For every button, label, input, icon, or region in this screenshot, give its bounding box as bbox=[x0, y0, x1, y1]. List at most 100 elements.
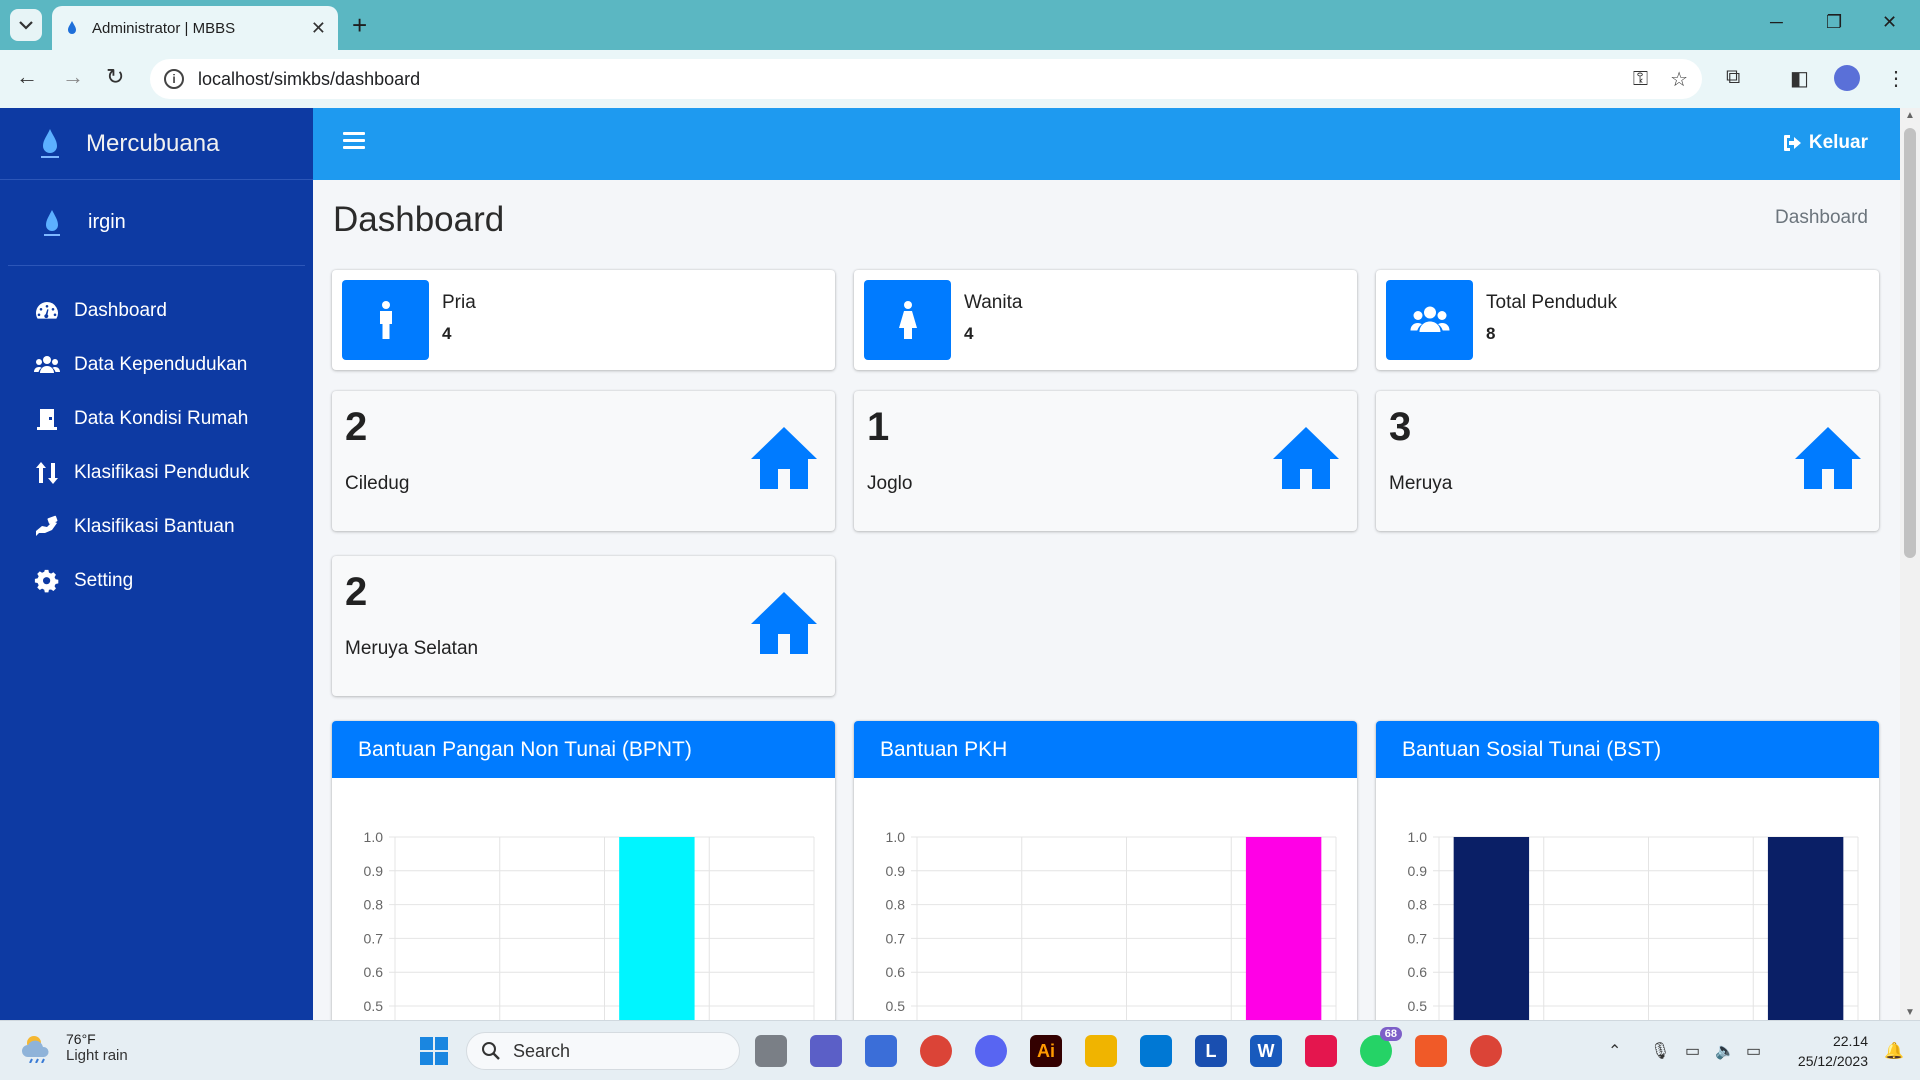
brand-link[interactable]: Mercubuana bbox=[0, 108, 313, 180]
profile-avatar[interactable] bbox=[1834, 65, 1860, 91]
sidebar-item-label: Data Kondisi Rumah bbox=[74, 408, 249, 429]
xampp-icon[interactable] bbox=[1415, 1035, 1447, 1067]
info-box-total-penduduk: Total Penduduk 8 bbox=[1376, 270, 1879, 370]
pocket-icon[interactable] bbox=[1305, 1035, 1337, 1067]
chrome-active-icon[interactable] bbox=[1470, 1035, 1502, 1067]
sidebar-item-klasifikasi-penduduk[interactable]: Klasifikasi Penduduk bbox=[0, 446, 313, 500]
microphone-icon[interactable]: 🎙 bbox=[1650, 1041, 1670, 1061]
new-tab-button[interactable]: + bbox=[352, 10, 367, 41]
users-icon bbox=[34, 356, 60, 373]
weather-widget[interactable]: 76°F Light rain bbox=[20, 1031, 128, 1064]
info-box-icon bbox=[342, 280, 429, 360]
taskbar-search[interactable]: Search bbox=[466, 1032, 740, 1070]
key-icon[interactable]: ⚿ bbox=[1633, 68, 1648, 91]
scroll-up-icon[interactable]: ▲ bbox=[1905, 110, 1915, 121]
scrollbar-thumb[interactable] bbox=[1904, 128, 1916, 558]
teams-icon[interactable] bbox=[810, 1035, 842, 1067]
vscode-icon[interactable] bbox=[1140, 1035, 1172, 1067]
rain-cloud-icon bbox=[22, 1035, 49, 1063]
sidebar-item-label: Klasifikasi Bantuan bbox=[74, 516, 235, 537]
y-tick-label: 0.8 bbox=[1408, 897, 1428, 913]
y-tick-label: 0.5 bbox=[886, 998, 906, 1014]
tab-search-button[interactable] bbox=[10, 9, 42, 41]
y-tick-label: 1.0 bbox=[886, 829, 906, 845]
task-view-icon[interactable] bbox=[755, 1035, 787, 1067]
illustrator-icon[interactable]: Ai bbox=[1030, 1035, 1062, 1067]
more-menu-icon[interactable]: ⋮ bbox=[1886, 66, 1906, 91]
chrome-icon[interactable] bbox=[920, 1035, 952, 1067]
windows-start-icon[interactable] bbox=[420, 1037, 448, 1065]
page-title: Dashboard bbox=[333, 200, 505, 239]
bar-chart-pkh: 1.00.90.80.70.60.50.4 bbox=[886, 829, 1337, 1020]
clock-time: 22.14 bbox=[1832, 1033, 1868, 1049]
discord-icon[interactable] bbox=[975, 1035, 1007, 1067]
home-icon bbox=[1273, 427, 1339, 489]
y-tick-label: 0.8 bbox=[364, 897, 384, 913]
side-panel-icon[interactable]: ◧ bbox=[1790, 66, 1809, 91]
info-box-value: 8 bbox=[1486, 324, 1496, 343]
back-icon[interactable]: ← bbox=[16, 64, 38, 90]
notification-icon[interactable]: 🔔 bbox=[1884, 1041, 1904, 1061]
reload-icon[interactable]: ↻ bbox=[106, 64, 124, 90]
chart-title: Bantuan PKH bbox=[854, 721, 1357, 778]
file-explorer-icon[interactable] bbox=[1085, 1035, 1117, 1067]
sidebar-item-setting[interactable]: Setting bbox=[0, 554, 313, 608]
breadcrumb[interactable]: Dashboard bbox=[1775, 207, 1868, 229]
address-bar[interactable]: i localhost/simkbs/dashboard ⚿ ☆ bbox=[150, 59, 1702, 99]
y-tick-label: 0.5 bbox=[1408, 998, 1428, 1014]
browser-tab[interactable]: Administrator | MBBS ✕ bbox=[52, 6, 338, 50]
minimize-icon[interactable]: ─ bbox=[1770, 12, 1783, 33]
info-box-icon bbox=[1386, 280, 1473, 360]
network-icon[interactable]: ▭ bbox=[1685, 1041, 1700, 1061]
notification-badge: 68 bbox=[1379, 1027, 1402, 1041]
whatsapp-icon[interactable]: 68 bbox=[1360, 1027, 1402, 1067]
volume-icon[interactable]: 🔈 bbox=[1715, 1041, 1735, 1061]
star-icon[interactable]: ☆ bbox=[1670, 67, 1688, 92]
close-window-icon[interactable]: ✕ bbox=[1882, 12, 1897, 33]
logout-button[interactable]: Keluar bbox=[1783, 132, 1868, 154]
restore-icon[interactable]: ❐ bbox=[1826, 12, 1842, 33]
y-tick-label: 0.7 bbox=[364, 930, 384, 946]
main-content: Dashboard Dashboard Pria 4 Wanita 4 Tota… bbox=[313, 180, 1900, 1020]
region-count: 2 bbox=[345, 570, 368, 614]
chevron-up-icon[interactable]: ⌃ bbox=[1608, 1041, 1621, 1061]
search-icon bbox=[482, 1042, 500, 1060]
battery-icon[interactable]: ▭ bbox=[1746, 1041, 1761, 1061]
scroll-down-icon[interactable]: ▼ bbox=[1905, 1007, 1915, 1018]
site-info-icon[interactable]: i bbox=[164, 69, 184, 89]
region-count: 1 bbox=[867, 405, 890, 449]
close-tab-icon[interactable]: ✕ bbox=[311, 18, 326, 39]
taskbar-clock[interactable]: 22.14 25/12/2023 bbox=[1798, 1031, 1868, 1071]
y-tick-label: 0.8 bbox=[886, 897, 906, 913]
hamburger-menu-icon[interactable] bbox=[343, 132, 365, 150]
home-icon bbox=[751, 592, 817, 654]
user-panel[interactable]: irgin bbox=[8, 180, 305, 266]
forward-icon[interactable]: → bbox=[62, 64, 84, 90]
sidebar-item-klasifikasi-bantuan[interactable]: Klasifikasi Bantuan bbox=[0, 500, 313, 554]
y-tick-label: 0.5 bbox=[364, 998, 384, 1014]
chart-title: Bantuan Sosial Tunai (BST) bbox=[1376, 721, 1879, 778]
gear-icon bbox=[34, 569, 59, 593]
female-icon bbox=[898, 301, 917, 339]
chart-bar bbox=[1245, 837, 1322, 1020]
sidebar-item-data-kondisi-rumah[interactable]: Data Kondisi Rumah bbox=[0, 392, 313, 446]
page-scrollbar[interactable]: ▲ ▼ bbox=[1900, 108, 1920, 1020]
male-icon bbox=[379, 301, 392, 339]
sidebar-item-data-kependudukan[interactable]: Data Kependudukan bbox=[0, 338, 313, 392]
info-box-pria: Pria 4 bbox=[332, 270, 835, 370]
chart-title: Bantuan Pangan Non Tunai (BPNT) bbox=[332, 721, 835, 778]
extensions-icon[interactable]: ⧉ bbox=[1726, 66, 1740, 89]
laragon-icon[interactable]: L bbox=[1195, 1035, 1227, 1067]
region-count: 2 bbox=[345, 405, 368, 449]
tab-title: Administrator | MBBS bbox=[92, 19, 236, 37]
sidebar-item-label: Setting bbox=[74, 570, 134, 591]
y-tick-label: 0.6 bbox=[1408, 964, 1428, 980]
region-name: Ciledug bbox=[345, 473, 410, 494]
region-name: Meruya Selatan bbox=[345, 638, 479, 659]
browser-tab-bar: Administrator | MBBS ✕ + ─ ❐ ✕ bbox=[0, 0, 1920, 50]
sidebar-item-dashboard[interactable]: Dashboard bbox=[0, 284, 313, 338]
sidebar-item-label: Data Kependudukan bbox=[74, 354, 248, 375]
y-tick-label: 0.9 bbox=[886, 863, 906, 879]
word-icon[interactable]: W bbox=[1250, 1035, 1282, 1067]
copilot-icon[interactable] bbox=[865, 1035, 897, 1067]
